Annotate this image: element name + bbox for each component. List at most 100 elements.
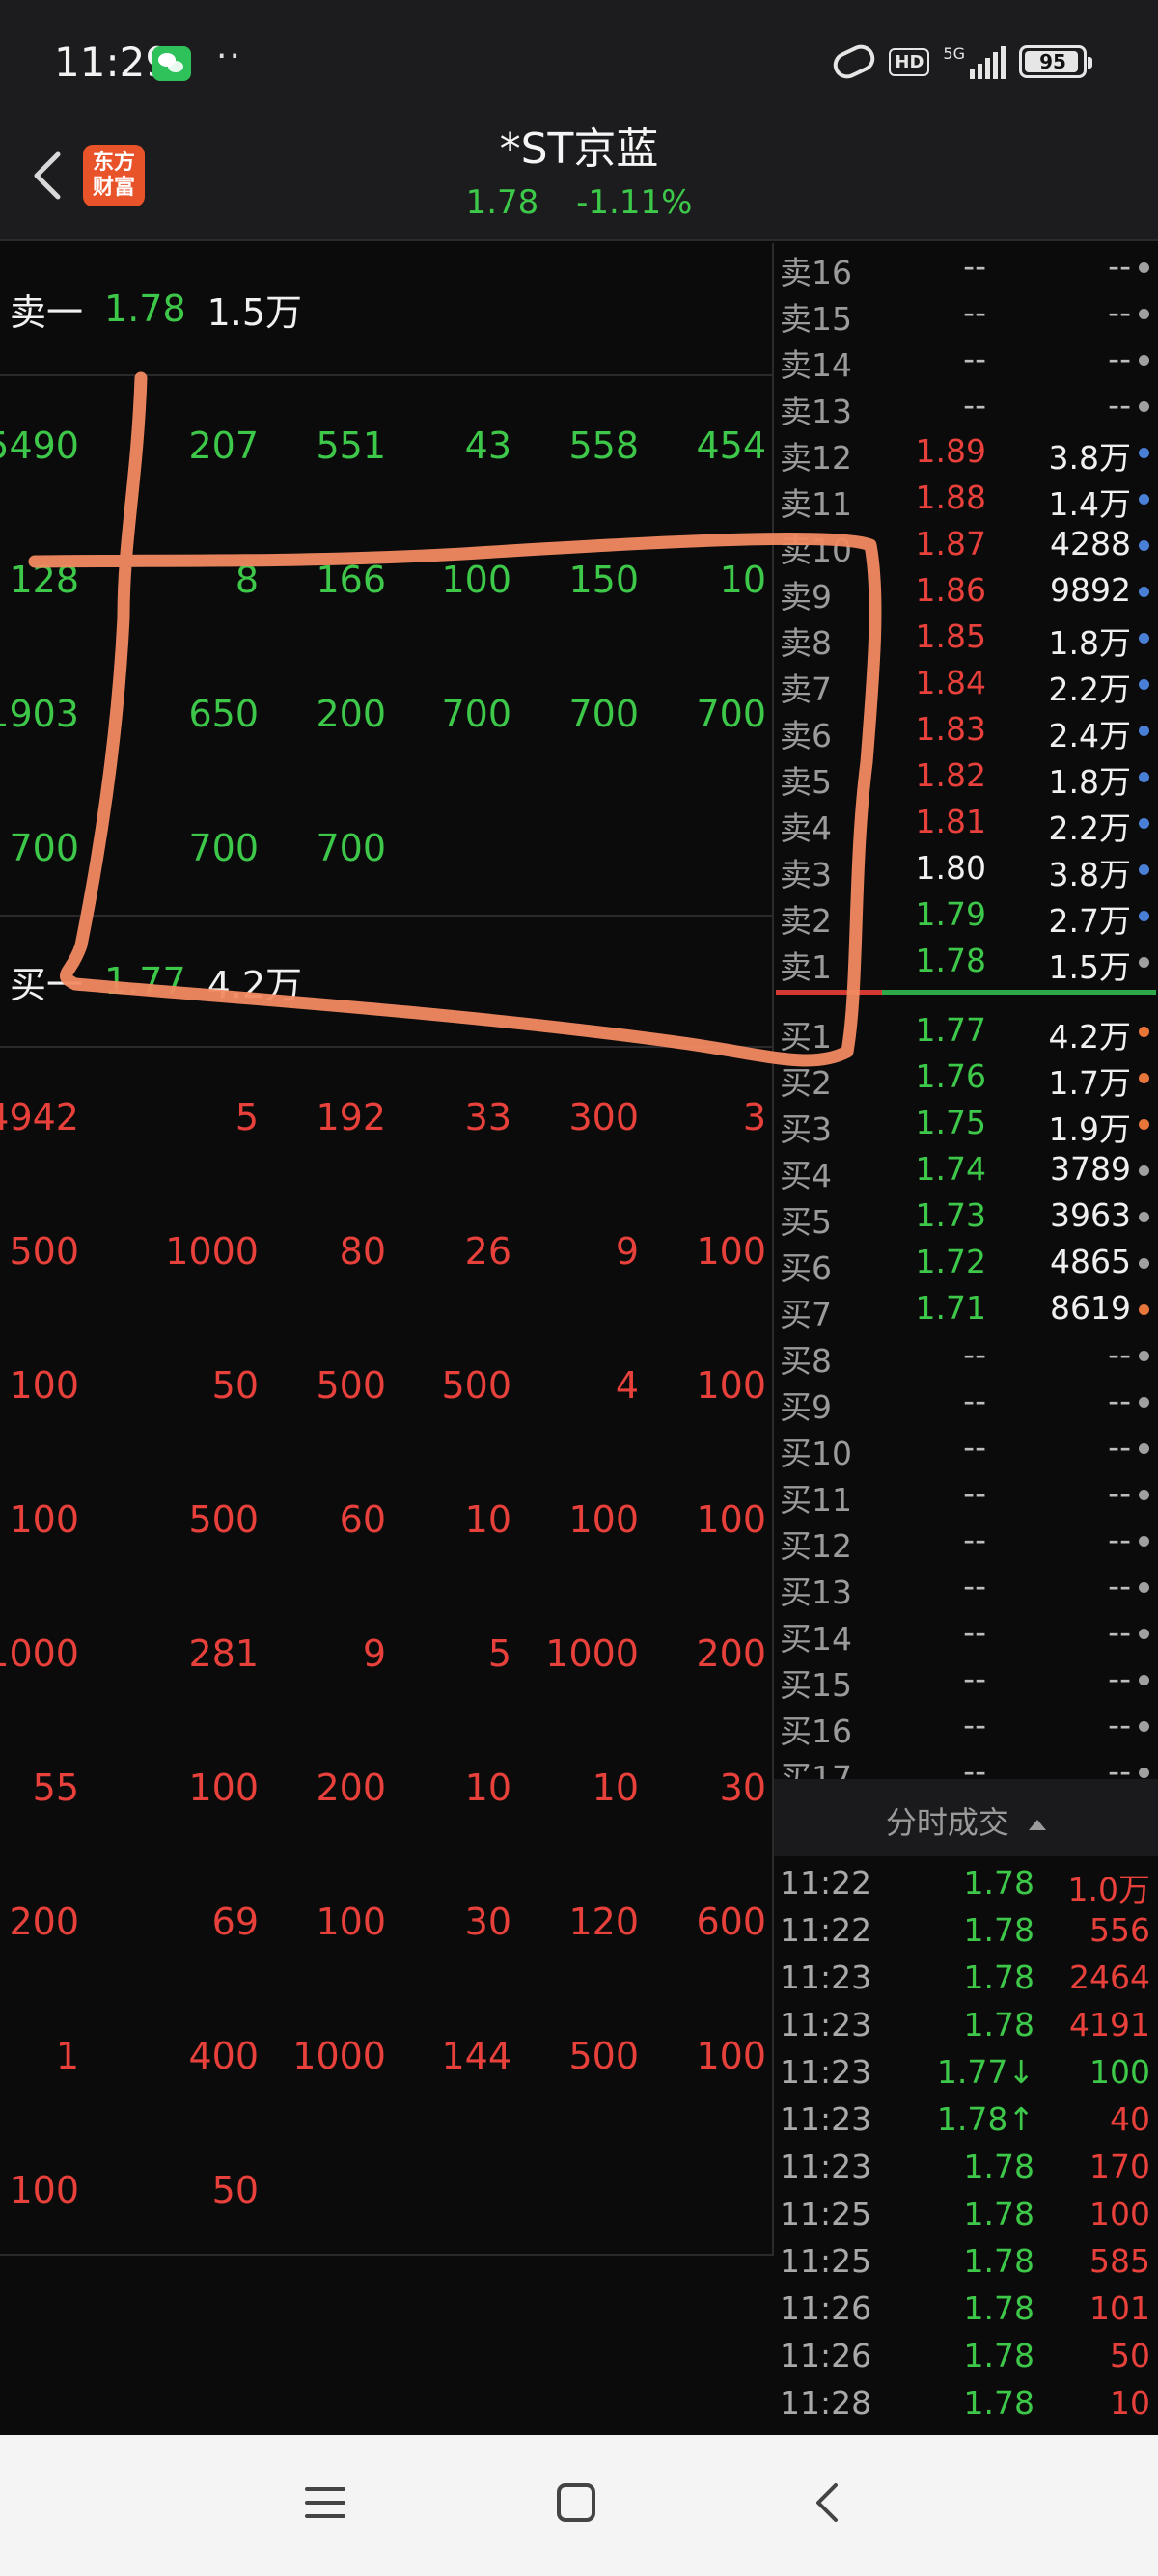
queue-row: 100 50 500 500 4 100 [0, 1318, 772, 1452]
order-book-level[interactable]: 买15 -- -- [774, 1656, 1158, 1704]
order-book-level[interactable]: 卖5 1.82 1.8万 [774, 753, 1158, 801]
queue-cell: 100 [9, 1363, 79, 1407]
queue-cell: 80 [339, 1229, 386, 1273]
queue-cell: 700 [441, 692, 511, 735]
order-book-level[interactable]: 买5 1.73 3963 [774, 1192, 1158, 1241]
order-book-level[interactable]: 买14 -- -- [774, 1609, 1158, 1658]
level-price: 1.73 [915, 1196, 986, 1234]
queue-cell: 100 [696, 1229, 766, 1273]
trade-time: 11:23 [780, 2100, 872, 2138]
trade-volume: 556 [1089, 1911, 1150, 1949]
order-book-level[interactable]: 卖10 1.87 4288 [774, 521, 1158, 569]
order-book-level[interactable]: 卖15 -- -- [774, 289, 1158, 338]
order-book-level[interactable]: 卖8 1.85 1.8万 [774, 614, 1158, 662]
queue-cell: 200 [696, 1631, 766, 1675]
trade-row: 11:25 1.78 100 [774, 2191, 1158, 2238]
queue-cell: 1 [55, 2034, 79, 2077]
level-dot-icon [1139, 401, 1149, 412]
trade-price: 1.78 [963, 1864, 1034, 1902]
queue-cell: 60 [339, 1497, 386, 1541]
order-book-level[interactable]: 卖7 1.84 2.2万 [774, 660, 1158, 708]
queue-cell: 100 [9, 1497, 79, 1541]
order-book-level[interactable]: 卖13 -- -- [774, 382, 1158, 430]
level-dot-icon [1139, 1536, 1149, 1547]
order-book-level[interactable]: 卖2 1.79 2.7万 [774, 891, 1158, 940]
trade-volume: 1.0万 [1067, 1871, 1150, 1908]
trade-time: 11:23 [780, 1959, 872, 1996]
order-book-level[interactable]: 买9 -- -- [774, 1378, 1158, 1426]
level-volume: 1.4万 [1048, 485, 1131, 523]
level-price: 1.74 [915, 1150, 986, 1188]
trade-time: 11:25 [780, 2242, 872, 2280]
queue-cell: 150 [568, 558, 639, 601]
level-price: -- [963, 340, 986, 377]
trades-header[interactable]: 分时成交 [774, 1779, 1158, 1856]
level-dot-icon [1139, 818, 1149, 829]
back-icon[interactable] [793, 2474, 861, 2532]
level-dot-icon [1139, 448, 1149, 458]
level-label: 卖1 [780, 948, 832, 986]
queue-cell: 500 [316, 1363, 386, 1407]
order-book-level[interactable]: 买16 -- -- [774, 1702, 1158, 1750]
queue-cell: 700 [188, 826, 259, 869]
level-volume: -- [1108, 1382, 1131, 1419]
wechat-icon [152, 46, 191, 81]
level-label: 卖9 [780, 578, 832, 616]
level-volume: 4.2万 [1048, 1018, 1131, 1055]
level-dot-icon [1139, 1027, 1149, 1037]
trade-time: 11:26 [780, 2289, 872, 2327]
order-book-level[interactable]: 卖9 1.86 9892 [774, 567, 1158, 616]
level-price: -- [963, 1335, 986, 1373]
trade-volume: 585 [1089, 2242, 1150, 2280]
order-book-panel[interactable]: 卖16 -- -- 卖15 -- -- 卖14 -- -- 卖13 -- -- 卖12 1.89 3.8万卖… [774, 243, 1158, 2469]
order-queue-panel: 卖一 1.78 1.5万 549020755143558454128816610… [0, 243, 772, 2256]
order-book-level[interactable]: 买13 -- -- [774, 1563, 1158, 1611]
order-book-level[interactable]: 买11 -- -- [774, 1470, 1158, 1519]
level-price: 1.80 [915, 849, 986, 887]
trade-price: 1.78 [963, 2006, 1034, 2043]
level-dot-icon [1139, 262, 1149, 273]
order-book-level[interactable]: 买7 1.71 8619 [774, 1285, 1158, 1333]
level-label: 买16 [780, 1713, 852, 1750]
queue-cell: 100 [696, 2034, 766, 2077]
order-book-level[interactable]: 买1 1.77 4.2万 [774, 1007, 1158, 1055]
menu-icon[interactable] [291, 2474, 359, 2532]
order-book-level[interactable]: 买6 1.72 4865 [774, 1239, 1158, 1287]
level-volume: 9892 [1050, 571, 1131, 609]
buy-one-price: 1.77 [104, 960, 186, 1002]
order-book-level[interactable]: 卖16 -- -- [774, 243, 1158, 291]
queue-cell: 200 [316, 1766, 386, 1809]
system-nav-bar [0, 2435, 1158, 2576]
queue-cell: 43 [464, 424, 511, 467]
order-book-level[interactable]: 卖11 1.88 1.4万 [774, 475, 1158, 523]
order-book-level[interactable]: 卖14 -- -- [774, 336, 1158, 384]
order-book-level[interactable]: 买2 1.76 1.7万 [774, 1054, 1158, 1102]
level-volume: -- [1108, 1521, 1131, 1558]
level-label: 买10 [780, 1435, 852, 1472]
queue-cell: 30 [719, 1766, 766, 1809]
order-book-level[interactable]: 买12 -- -- [774, 1517, 1158, 1565]
queue-cell: 166 [316, 558, 386, 601]
order-book-level[interactable]: 卖6 1.83 2.4万 [774, 706, 1158, 754]
order-book-level[interactable]: 买10 -- -- [774, 1424, 1158, 1472]
queue-cell: 100 [316, 1900, 386, 1943]
home-icon[interactable] [542, 2474, 610, 2532]
order-book-level[interactable]: 卖3 1.80 3.8万 [774, 845, 1158, 893]
trade-row: 11:23 1.78 170 [774, 2144, 1158, 2191]
order-book-level[interactable]: 买4 1.74 3789 [774, 1146, 1158, 1194]
trade-time: 11:22 [780, 1864, 872, 1902]
order-book-level[interactable]: 卖12 1.89 3.8万 [774, 428, 1158, 477]
queue-cell: 1000 [292, 2034, 386, 2077]
order-book-level[interactable]: 买8 -- -- [774, 1331, 1158, 1380]
level-dot-icon [1139, 1675, 1149, 1685]
order-book-level[interactable]: 卖4 1.81 2.2万 [774, 799, 1158, 847]
queue-cell: 120 [568, 1900, 639, 1943]
caret-up-icon [1029, 1819, 1047, 1830]
queue-cell: 9 [615, 1229, 639, 1273]
level-price: 1.78 [915, 942, 986, 979]
trade-price: 1.78 [963, 2148, 1034, 2185]
order-book-level[interactable]: 卖1 1.78 1.5万 [774, 938, 1158, 986]
level-volume: 1.8万 [1048, 763, 1131, 801]
order-book-level[interactable]: 买3 1.75 1.9万 [774, 1100, 1158, 1148]
level-volume: -- [1108, 293, 1131, 331]
